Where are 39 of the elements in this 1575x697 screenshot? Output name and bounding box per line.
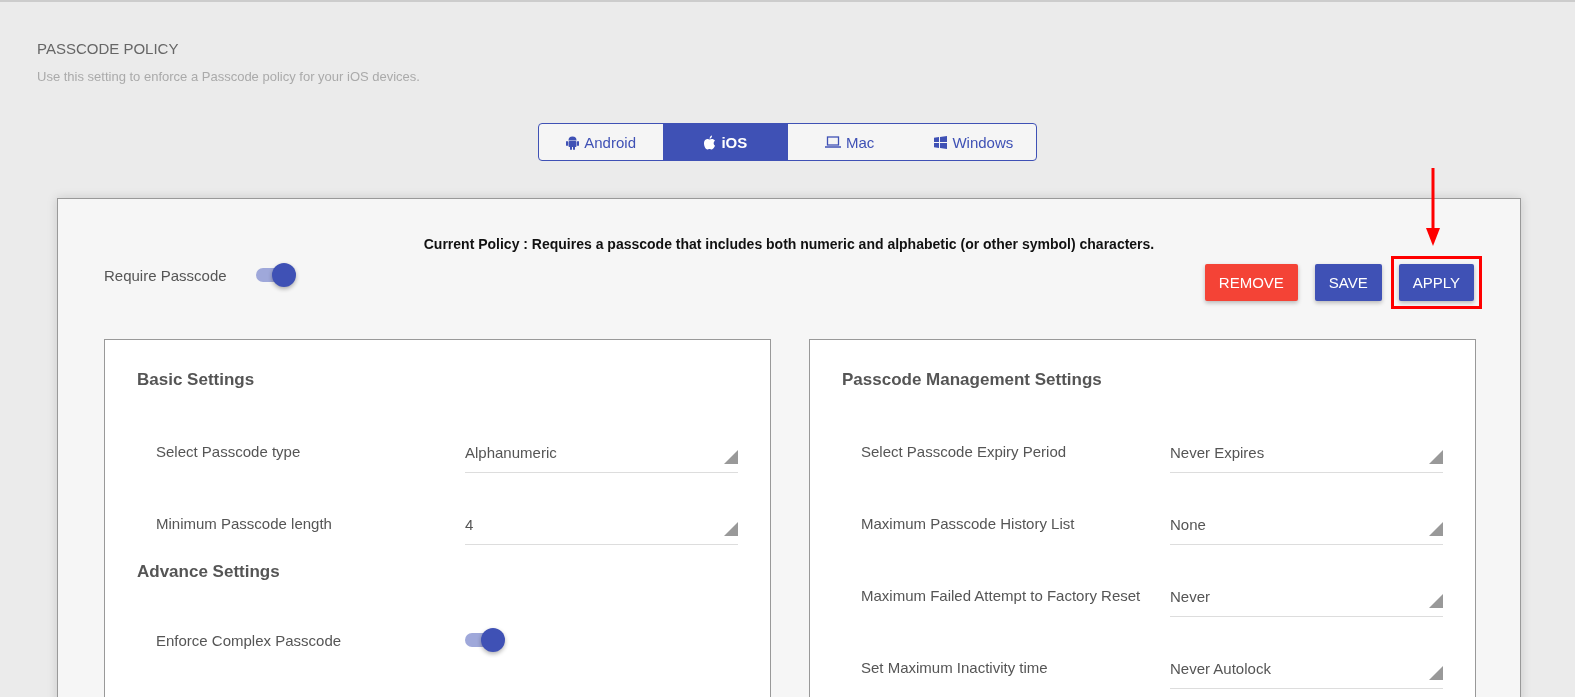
dropdown-triangle-icon <box>1429 450 1443 464</box>
setting-label: Maximum Passcode History List <box>861 514 1076 534</box>
setting-label: Minimum Passcode length <box>156 514 333 534</box>
select-field[interactable]: None <box>1170 512 1443 545</box>
select-field[interactable]: Never Expires <box>1170 440 1443 473</box>
dropdown-triangle-icon <box>1429 522 1443 536</box>
toggle-switch[interactable] <box>255 262 296 288</box>
section-heading: Passcode Management Settings <box>842 369 1103 391</box>
dropdown-triangle-icon <box>1429 666 1443 680</box>
setting-label: Set Maximum Inactivity time <box>861 658 1049 678</box>
section-heading: Basic Settings <box>137 369 256 391</box>
require-passcode-label: Require Passcode <box>104 266 227 284</box>
dropdown-triangle-icon <box>1429 594 1443 608</box>
action-button[interactable]: APPLY <box>1398 264 1474 301</box>
platform-tab[interactable]: Mac <box>787 124 912 160</box>
action-button[interactable]: SAVE <box>1314 264 1382 301</box>
toggle-switch[interactable] <box>465 627 505 653</box>
select-field[interactable]: Never Autolock <box>1170 656 1443 689</box>
platform-tab[interactable]: Android <box>539 124 664 160</box>
current-policy-text: Current Policy : Requires a passcode that includes both numeric and alphabetic (or other symbol) characters. <box>422 235 1156 253</box>
laptop-icon <box>824 136 841 148</box>
setting-label: Enforce Complex Passcode <box>156 631 343 651</box>
setting-label: Select Passcode Expiry Period <box>861 442 1068 462</box>
page-subtitle: Use this setting to enforce a Passcode policy for your iOS devices. <box>37 68 421 86</box>
setting-label: Maximum Failed Attempt to Factory Reset <box>861 586 1142 606</box>
select-field[interactable]: 4 <box>465 512 738 545</box>
page-title: PASSCODE POLICY <box>37 39 180 59</box>
windows-icon <box>934 135 948 149</box>
section-heading: Advance Settings <box>137 561 281 583</box>
dropdown-triangle-icon <box>724 450 738 464</box>
platform-tab[interactable]: iOS <box>663 124 788 160</box>
apple-icon <box>703 134 717 150</box>
setting-label: Select Passcode type <box>156 442 302 462</box>
action-button[interactable]: REMOVE <box>1204 264 1298 301</box>
dropdown-triangle-icon <box>724 522 738 536</box>
select-field[interactable]: Never <box>1170 584 1443 617</box>
select-field[interactable]: Alphanumeric <box>465 440 738 473</box>
android-icon <box>566 134 580 150</box>
platform-tab[interactable]: Windows <box>911 124 1036 160</box>
